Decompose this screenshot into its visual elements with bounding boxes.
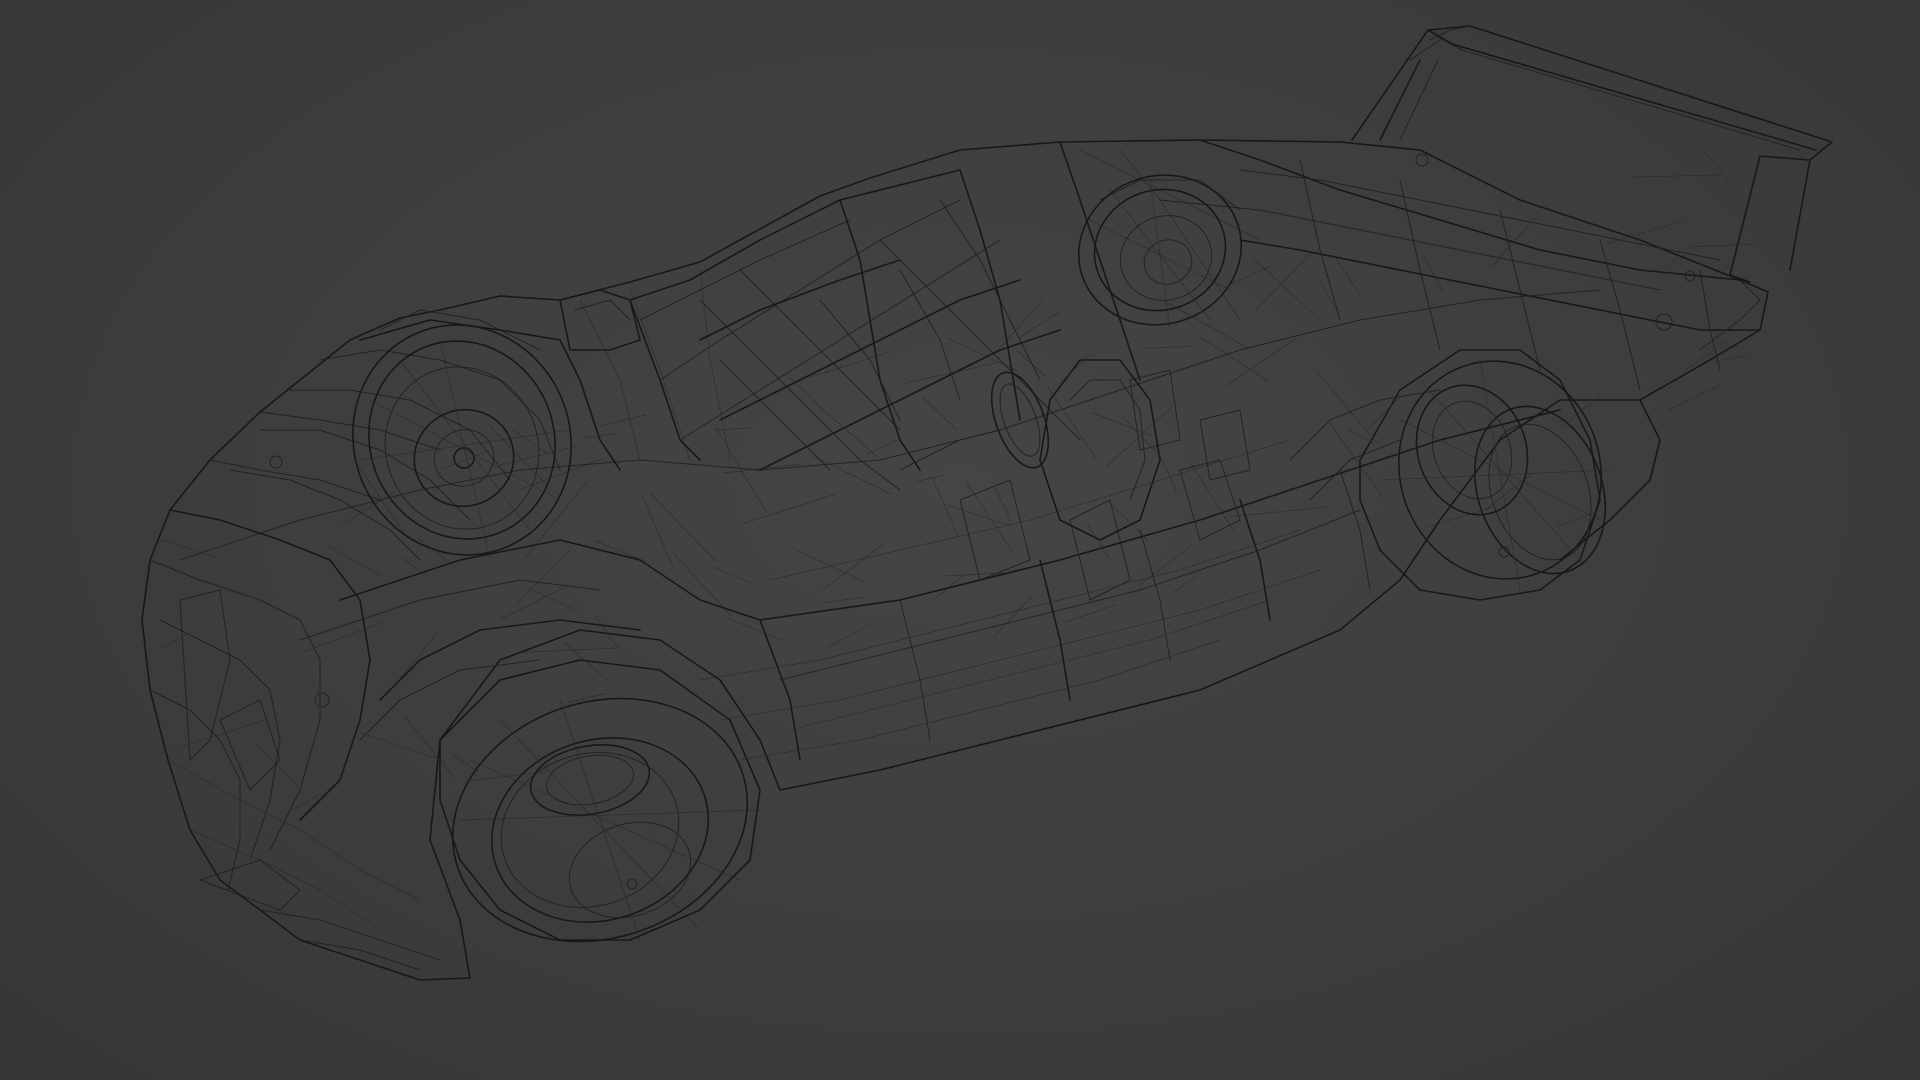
- mesh-edge: [650, 493, 717, 562]
- car-wireframe-model[interactable]: [0, 0, 1920, 1080]
- mesh-edge: [1692, 243, 1754, 247]
- front-left-wheel: [352, 309, 572, 561]
- mesh-edge: [290, 793, 322, 812]
- mesh-edge: [466, 771, 547, 782]
- mesh-edge: [1198, 335, 1268, 382]
- mesh-edge: [965, 480, 1014, 554]
- mesh-edge: [386, 633, 438, 696]
- mesh-edge: [1230, 506, 1329, 518]
- mesh-edge: [715, 427, 752, 431]
- mesh-edge: [600, 414, 647, 427]
- mesh-edge: [934, 574, 965, 599]
- mesh-edge: [673, 553, 731, 616]
- mesh-edge: [1327, 419, 1384, 498]
- car-body: [141, 139, 1769, 981]
- mesh-edge: [1366, 394, 1403, 432]
- mesh-edge: [522, 647, 616, 653]
- mesh-edge: [902, 362, 998, 385]
- fender-lines: [359, 389, 1441, 761]
- mesh-edge: [451, 753, 479, 773]
- mesh-edge: [583, 433, 619, 438]
- mesh-edge: [524, 480, 589, 558]
- mesh-edge: [641, 495, 674, 568]
- mesh-edge: [401, 557, 428, 576]
- mesh-edge: [499, 446, 577, 466]
- mesh-edge: [797, 550, 866, 583]
- mesh-edge: [1706, 153, 1731, 183]
- mesh-edge: [722, 464, 800, 474]
- mesh-edge: [355, 461, 406, 535]
- mesh-edge: [328, 546, 382, 577]
- mesh-edge: [1315, 370, 1378, 444]
- mesh-edge: [866, 438, 901, 455]
- mesh-edge: [992, 596, 1033, 639]
- mesh-edge: [1108, 501, 1149, 542]
- mesh-edge: [712, 566, 756, 585]
- mesh-edge: [1317, 277, 1339, 313]
- mesh-edge: [1251, 256, 1319, 319]
- mesh-edge: [1087, 524, 1110, 559]
- mesh-edge: [527, 587, 576, 611]
- mesh-edge: [159, 539, 220, 559]
- mesh-edge: [944, 504, 1011, 527]
- mesh-edge: [516, 458, 604, 491]
- mesh-edge: [1229, 266, 1270, 286]
- 3d-viewport[interactable]: [0, 0, 1920, 1080]
- mesh-edge: [403, 715, 454, 778]
- mesh-edge: [1106, 406, 1173, 467]
- mesh-edge: [826, 624, 870, 649]
- mesh-edge: [1491, 217, 1536, 267]
- mesh-edge: [1015, 349, 1047, 378]
- mesh-edge: [742, 493, 839, 524]
- mesh-edge: [1224, 338, 1297, 388]
- rear-left-wheel: [1077, 174, 1243, 331]
- mesh-edge: [1143, 345, 1191, 349]
- mesh-edge: [517, 550, 570, 603]
- mesh-edge: [1059, 354, 1090, 384]
- mesh-edge: [1683, 339, 1730, 372]
- mesh-edge: [1155, 446, 1178, 494]
- mesh-edge: [1190, 462, 1236, 534]
- rear-right-wheel: [1359, 349, 1611, 601]
- mesh-edge: [1254, 252, 1312, 312]
- mesh-edge: [822, 543, 885, 591]
- mesh-edge: [1347, 428, 1376, 445]
- mesh-edge: [1668, 382, 1725, 411]
- mesh-edge: [301, 621, 385, 654]
- mesh-edge: [360, 732, 447, 762]
- mesh-edge: [922, 396, 958, 431]
- mesh-edge: [1046, 385, 1097, 459]
- mesh-edge: [179, 719, 267, 748]
- mesh-edge: [1018, 312, 1060, 339]
- mesh-edge: [255, 742, 300, 788]
- mesh-edge: [994, 486, 1012, 522]
- mesh-edge: [811, 399, 879, 458]
- mesh-edge: [1713, 354, 1748, 363]
- mesh-edge: [417, 537, 456, 568]
- mesh-edge: [931, 477, 959, 536]
- interior-mesh: [159, 153, 1754, 812]
- mesh-edge: [728, 618, 786, 642]
- front-right-wheel: [439, 659, 761, 943]
- mesh-edge: [1091, 411, 1154, 437]
- mesh-edge: [1631, 174, 1721, 178]
- mesh-edge: [161, 630, 193, 650]
- mesh-edge: [914, 474, 946, 483]
- mesh-edge: [340, 492, 394, 526]
- mesh-edge: [1423, 256, 1443, 292]
- mesh-edge: [821, 596, 865, 604]
